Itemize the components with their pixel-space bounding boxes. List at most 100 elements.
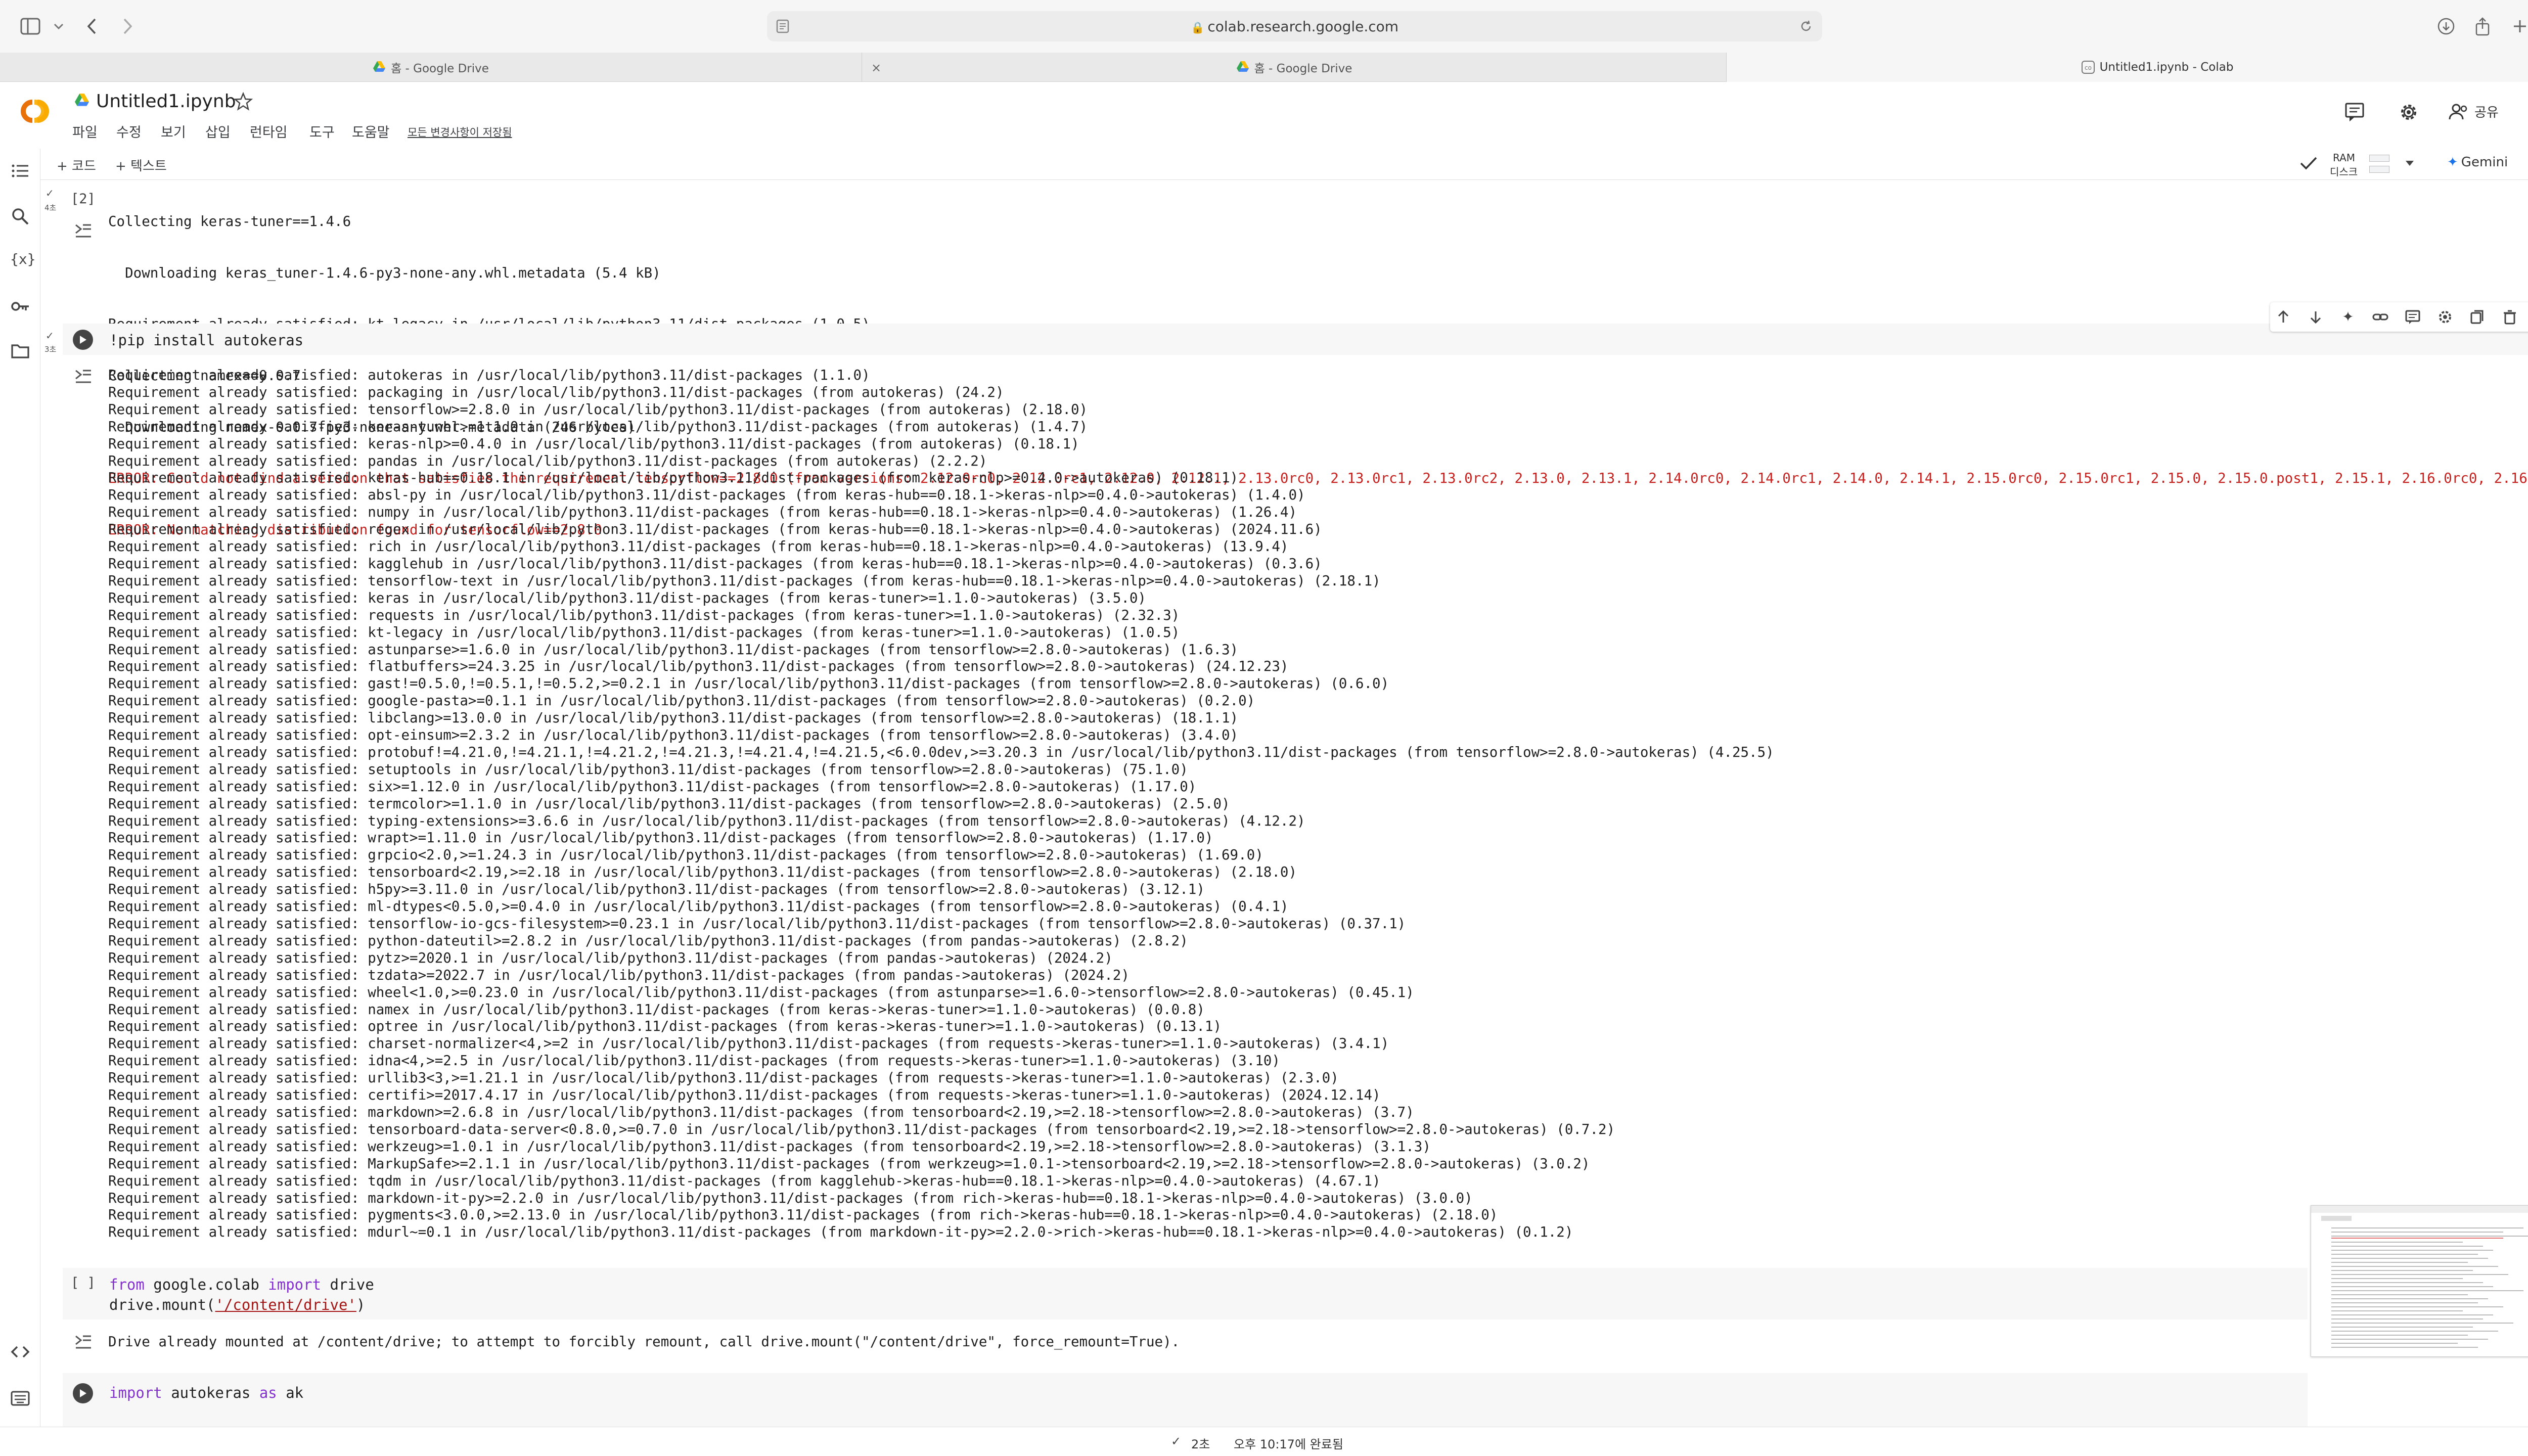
notebook-title[interactable]: Untitled1.ipynb	[96, 91, 236, 112]
gemini-sparkle-icon[interactable]: ✦	[2340, 309, 2356, 325]
chevron-down-icon[interactable]	[47, 14, 71, 38]
output-line: Requirement already satisfied: numpy in …	[108, 504, 1297, 521]
cell2-code-editor[interactable]	[63, 324, 2528, 355]
delete-icon[interactable]	[2502, 309, 2518, 325]
output-line: Requirement already satisfied: regex in …	[108, 521, 1322, 538]
address-bar[interactable]: 🔒 colab.research.google.com	[767, 11, 1822, 41]
search-icon[interactable]	[10, 206, 30, 226]
colab-favicon-icon: co	[2081, 61, 2095, 74]
star-icon[interactable]	[234, 92, 253, 111]
cell3-output-menu-icon[interactable]	[73, 1334, 93, 1351]
output-line: Requirement already satisfied: absl-py i…	[108, 487, 1305, 504]
cell1-time: 4초	[44, 203, 57, 212]
lock-icon: 🔒	[1190, 22, 1205, 34]
disk-meter[interactable]	[2369, 166, 2389, 173]
output-line: Requirement already satisfied: MarkupSaf…	[108, 1155, 1590, 1172]
output-line: Requirement already satisfied: markdown-…	[108, 1190, 1473, 1206]
output-line: Requirement already satisfied: urllib3<3…	[108, 1070, 1339, 1086]
reload-icon[interactable]	[1799, 19, 1813, 33]
drive-icon	[74, 93, 90, 107]
cell-toolbar: ✦	[2270, 302, 2528, 332]
menu-insert[interactable]: 삽입	[205, 121, 231, 141]
share-icon[interactable]	[2470, 14, 2495, 38]
code-snippets-icon[interactable]	[10, 1342, 30, 1362]
variables-icon[interactable]: {x}	[10, 251, 36, 271]
back-icon[interactable]	[80, 14, 104, 38]
output-line: Requirement already satisfied: tensorboa…	[108, 1121, 1615, 1138]
output-line: Requirement already satisfied: keras in …	[108, 589, 1146, 606]
notebook-toolbar: + 코드 + 텍스트 RAM 디스크 ✦ Gemini	[40, 149, 2528, 180]
share-button[interactable]: 공유	[2448, 102, 2499, 121]
forward-icon[interactable]	[115, 14, 140, 38]
output-line: Requirement already satisfied: packaging…	[108, 384, 1004, 400]
saved-status[interactable]: 모든 변경사항이 저장됨	[408, 124, 512, 140]
cell-settings-gear-icon[interactable]	[2437, 309, 2453, 325]
menu-file[interactable]: 파일	[72, 121, 98, 141]
menu-view[interactable]: 보기	[161, 121, 186, 141]
cell2-output: Requirement already satisfied: autokeras…	[108, 367, 1774, 1241]
notebook-minimap[interactable]	[2311, 1205, 2528, 1357]
close-tab-icon[interactable]: ×	[871, 61, 881, 75]
google-drive-icon	[1236, 61, 1249, 74]
add-text-button[interactable]: + 텍스트	[115, 156, 167, 174]
completed-time[interactable]: 오후 10:17에 완료됨	[1234, 1434, 1343, 1452]
url-text: 🔒 colab.research.google.com	[1190, 18, 1399, 35]
output-line: Requirement already satisfied: mdurl~=0.…	[108, 1224, 1573, 1241]
ram-meter[interactable]	[2369, 155, 2389, 162]
download-icon[interactable]	[2434, 14, 2458, 38]
move-up-icon[interactable]	[2275, 309, 2291, 325]
execution-duration[interactable]: 2초	[1191, 1434, 1210, 1452]
output-line: Requirement already satisfied: certifi>=…	[108, 1087, 1381, 1104]
cell3-exec-count: [ ]	[71, 1275, 96, 1291]
colab-logo-icon[interactable]	[13, 97, 57, 125]
cell3-code-line1: from google.colab import drive	[109, 1276, 374, 1293]
google-drive-icon	[373, 61, 386, 74]
output-line: Requirement already satisfied: h5py>=3.1…	[108, 881, 1205, 898]
output-line: Requirement already satisfied: astunpars…	[108, 641, 1239, 658]
cell2-check-icon: ✓	[46, 330, 54, 342]
tab-drive-1[interactable]: 홈 - Google Drive	[0, 53, 862, 82]
cell4-code-editor[interactable]	[63, 1373, 2308, 1427]
runtime-dropdown-icon[interactable]	[2405, 160, 2415, 167]
cell1-output-menu-icon[interactable]	[73, 222, 93, 240]
folder-icon[interactable]	[10, 341, 30, 361]
output-line: Requirement already satisfied: python-da…	[108, 932, 1188, 949]
cell2-time: 3초	[44, 345, 57, 354]
cell4-run-button[interactable]	[73, 1383, 93, 1403]
cell2-code: !pip install autokeras	[109, 332, 304, 349]
cell3-code-editor[interactable]	[63, 1268, 2308, 1320]
comments-icon[interactable]	[2344, 101, 2365, 122]
gemini-button[interactable]: ✦ Gemini	[2447, 155, 2508, 170]
output-line: Requirement already satisfied: kt-legacy…	[108, 624, 1180, 641]
add-code-button[interactable]: + 코드	[57, 156, 96, 174]
menu-help[interactable]: 도움말	[352, 121, 390, 141]
output-line: Requirement already satisfied: protobuf!…	[108, 744, 1774, 760]
command-palette-icon[interactable]	[10, 1388, 30, 1408]
sidebar-toggle-icon[interactable]	[18, 14, 42, 38]
mirror-cell-icon[interactable]	[2469, 309, 2486, 325]
menu-runtime[interactable]: 런타임	[250, 121, 288, 141]
cell2-output-menu-icon[interactable]	[73, 368, 93, 385]
settings-gear-icon[interactable]	[2398, 101, 2420, 123]
output-line: Requirement already satisfied: markdown>…	[108, 1104, 1414, 1120]
output-line: Requirement already satisfied: tensorflo…	[108, 572, 1381, 589]
output-line: Requirement already satisfied: libclang>…	[108, 710, 1239, 726]
new-tab-icon[interactable]	[2508, 14, 2528, 38]
output-line: Requirement already satisfied: ml-dtypes…	[108, 898, 1289, 915]
status-check-icon: ✓	[1171, 1434, 1182, 1448]
menu-edit[interactable]: 수정	[116, 121, 142, 141]
link-icon[interactable]	[2372, 309, 2388, 325]
cell2-run-button[interactable]	[73, 330, 93, 350]
table-of-contents-icon[interactable]	[10, 161, 30, 181]
disk-label: 디스크	[2330, 166, 2358, 178]
output-line: Requirement already satisfied: grpcio<2.…	[108, 847, 1263, 863]
output-line: Requirement already satisfied: pandas in…	[108, 452, 987, 469]
secrets-key-icon[interactable]	[10, 296, 30, 316]
menu-tools[interactable]: 도구	[309, 121, 335, 141]
tab-drive-2[interactable]: × 홈 - Google Drive	[862, 53, 1727, 82]
tab-colab[interactable]: co Untitled1.ipynb - Colab	[1727, 53, 2528, 82]
move-down-icon[interactable]	[2308, 309, 2324, 325]
output-line: Collecting keras-tuner==1.4.6	[108, 213, 351, 230]
output-line: Requirement already satisfied: charset-n…	[108, 1035, 1389, 1052]
comment-icon[interactable]	[2405, 309, 2421, 325]
